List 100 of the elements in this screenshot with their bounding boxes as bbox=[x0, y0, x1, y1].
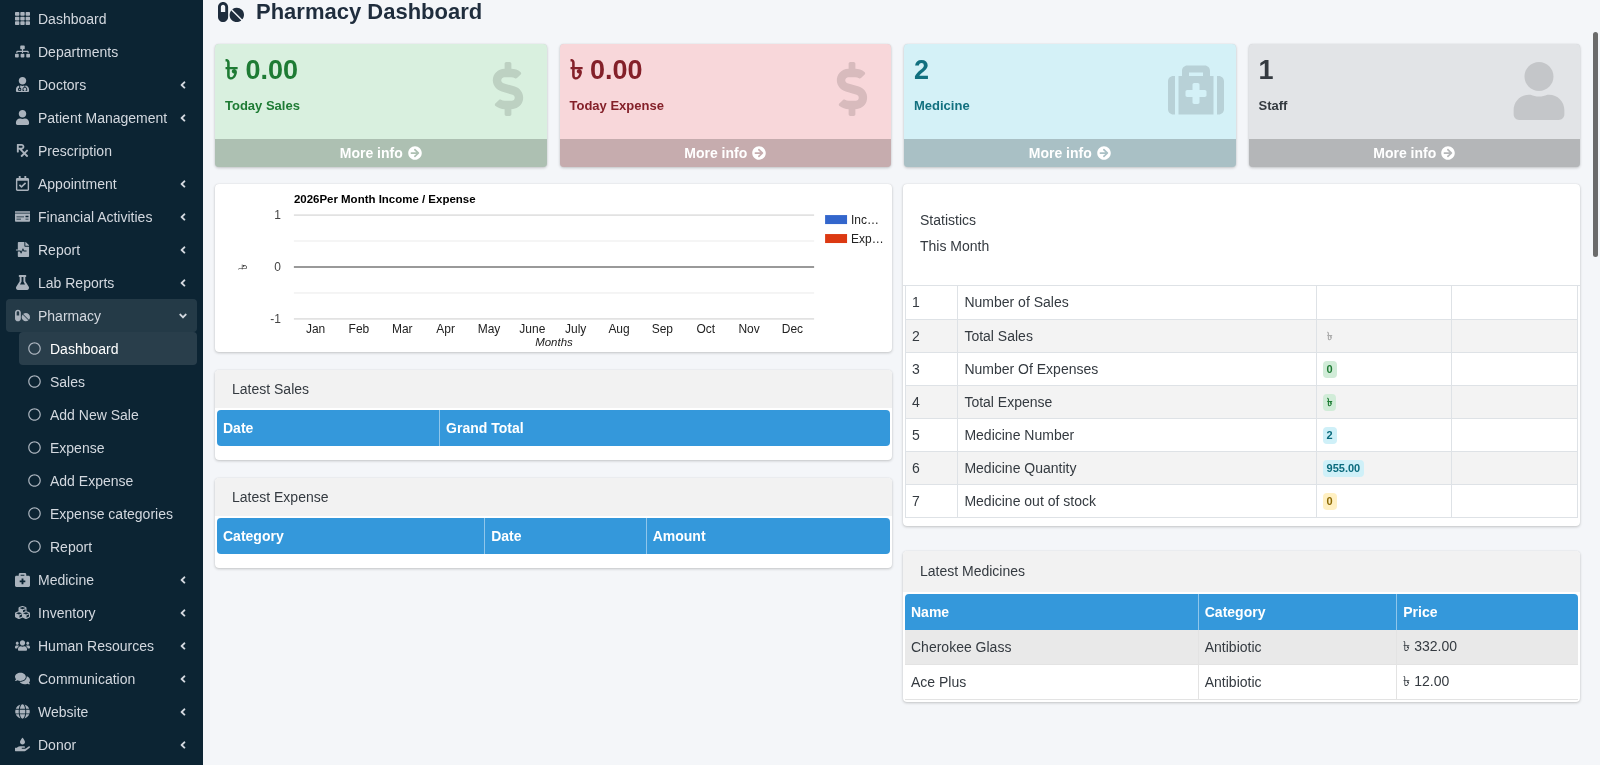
nav-subitem[interactable]: Add Expense bbox=[19, 464, 197, 497]
legend-label: Exp… bbox=[851, 232, 884, 247]
table-cell: Medicine Number bbox=[957, 418, 1317, 451]
stat-value: ৳ bbox=[1325, 328, 1334, 344]
user-icon bbox=[14, 110, 30, 125]
card-label: Today Expense bbox=[569, 97, 664, 115]
nav-subitem[interactable]: Report bbox=[19, 530, 197, 563]
table-cell: ৳ 332.00 bbox=[1396, 629, 1578, 665]
x-tick-label: Mar bbox=[391, 321, 413, 336]
nav-subitem[interactable]: Expense bbox=[19, 431, 197, 464]
row-number: 7 bbox=[905, 484, 958, 517]
card-value: 2 bbox=[914, 54, 930, 86]
medical-kit-icon bbox=[14, 572, 30, 587]
y-axis-title: ৳ bbox=[235, 264, 250, 270]
x-tick-label: June bbox=[519, 321, 546, 336]
boxes-icon bbox=[14, 605, 30, 620]
row-number: 1 bbox=[905, 286, 958, 319]
nav-item[interactable]: Lab Reports bbox=[6, 266, 197, 299]
table-cell: Total Sales bbox=[957, 319, 1317, 352]
nav-item[interactable]: Patient Management bbox=[6, 101, 197, 134]
nav-item[interactable]: Appointment bbox=[6, 167, 197, 200]
circle-arrow-icon bbox=[407, 146, 422, 160]
stat-value: 955.00 bbox=[1322, 459, 1365, 477]
column-header: Category bbox=[217, 518, 485, 554]
chart-title: 2026Per Month Income / Expense bbox=[293, 193, 476, 206]
nav-subitem[interactable]: Add New Sale bbox=[19, 398, 197, 431]
column-header: Name bbox=[905, 593, 1198, 630]
card-label: Medicine bbox=[914, 97, 970, 115]
x-axis-title: Months bbox=[535, 335, 573, 348]
nav-item[interactable]: Dashboard bbox=[6, 2, 197, 35]
table-cell: Medicine Quantity bbox=[957, 451, 1317, 484]
money-check-icon bbox=[14, 209, 30, 224]
table-cell: Number of Sales bbox=[957, 286, 1317, 319]
nav-item[interactable]: Human Resources bbox=[6, 629, 197, 662]
row-number: 3 bbox=[905, 352, 958, 385]
card-value: ৳ 0.00 bbox=[225, 54, 299, 86]
page-title: Pharmacy Dashboard bbox=[256, 0, 483, 24]
x-tick-label: Dec bbox=[781, 321, 804, 336]
grid-icon bbox=[14, 11, 30, 26]
globe-icon bbox=[14, 704, 30, 719]
x-tick-label: Sep bbox=[651, 321, 674, 336]
table-cell: Cherokee Glass bbox=[905, 629, 1198, 665]
column-header: Amount bbox=[645, 518, 890, 554]
card-value: ৳ 0.00 bbox=[569, 54, 643, 86]
calendar-check-icon bbox=[14, 176, 30, 191]
column-header: Date bbox=[484, 518, 646, 554]
x-tick-label: July bbox=[565, 321, 587, 336]
row-number: 6 bbox=[905, 451, 958, 484]
chat-icon bbox=[14, 671, 30, 686]
nav-subitem[interactable]: Expense categories bbox=[19, 497, 197, 530]
doctor-icon bbox=[14, 77, 30, 92]
table-cell: Number Of Expenses bbox=[957, 352, 1317, 385]
column-header: Price bbox=[1396, 593, 1578, 630]
circle-arrow-icon bbox=[752, 146, 767, 160]
stat-value: 0 bbox=[1322, 360, 1337, 378]
stat-value: 0 bbox=[1322, 492, 1337, 510]
nav-item[interactable]: Donor bbox=[6, 728, 197, 761]
x-tick-label: May bbox=[477, 321, 501, 336]
nav-subitem[interactable]: Dashboard bbox=[19, 332, 197, 365]
stat-value: 2 bbox=[1322, 426, 1337, 444]
table-cell: Antibiotic bbox=[1197, 629, 1397, 665]
nav-item[interactable]: Departments bbox=[6, 35, 197, 68]
legend-label: Inc… bbox=[851, 213, 879, 228]
nav-item[interactable]: Doctors bbox=[6, 68, 197, 101]
scrollbar-thumb[interactable] bbox=[1592, 32, 1598, 257]
nav-item[interactable]: Prescription bbox=[6, 134, 197, 167]
x-tick-label: Feb bbox=[348, 321, 370, 336]
row-number: 5 bbox=[905, 418, 958, 451]
column-header: Grand Total bbox=[439, 410, 890, 446]
sitemap-icon bbox=[14, 44, 30, 59]
stat-value: ৳ bbox=[1322, 393, 1336, 411]
card-title: Latest Medicines bbox=[920, 563, 1026, 579]
y-tick-label: 0 bbox=[274, 260, 281, 274]
period-label: This Month bbox=[920, 237, 991, 255]
x-tick-label: Apr bbox=[436, 321, 455, 336]
x-tick-label: Jan bbox=[305, 321, 326, 336]
nav-item[interactable]: Website bbox=[6, 695, 197, 728]
x-tick-label: Aug bbox=[608, 321, 630, 336]
x-tick-label: Nov bbox=[738, 321, 760, 336]
x-tick-label: Oct bbox=[696, 321, 716, 336]
table-cell: Total Expense bbox=[957, 385, 1317, 418]
row-number: 4 bbox=[905, 385, 958, 418]
nav-item[interactable]: Medicine bbox=[6, 563, 197, 596]
y-tick-label: -1 bbox=[270, 311, 281, 326]
hand-droplet-icon bbox=[14, 737, 30, 752]
column-header: Category bbox=[1197, 593, 1397, 630]
card-title: Latest Expense bbox=[232, 489, 329, 505]
nav-subitem[interactable]: Sales bbox=[19, 365, 197, 398]
row-number: 2 bbox=[905, 319, 958, 352]
nav-item[interactable]: Communication bbox=[6, 662, 197, 695]
y-tick-label: 1 bbox=[274, 208, 281, 223]
table-cell: Antibiotic bbox=[1197, 664, 1397, 700]
table-cell: ৳ 12.00 bbox=[1396, 664, 1578, 700]
statistics-title: Statistics bbox=[920, 211, 977, 229]
pills-icon bbox=[218, 0, 244, 25]
nav-item[interactable]: Pharmacy bbox=[6, 299, 197, 332]
nav-item[interactable]: Report bbox=[6, 233, 197, 266]
circle-arrow-icon bbox=[1441, 146, 1456, 160]
nav-item[interactable]: Inventory bbox=[6, 596, 197, 629]
nav-item[interactable]: Financial Activities bbox=[6, 200, 197, 233]
